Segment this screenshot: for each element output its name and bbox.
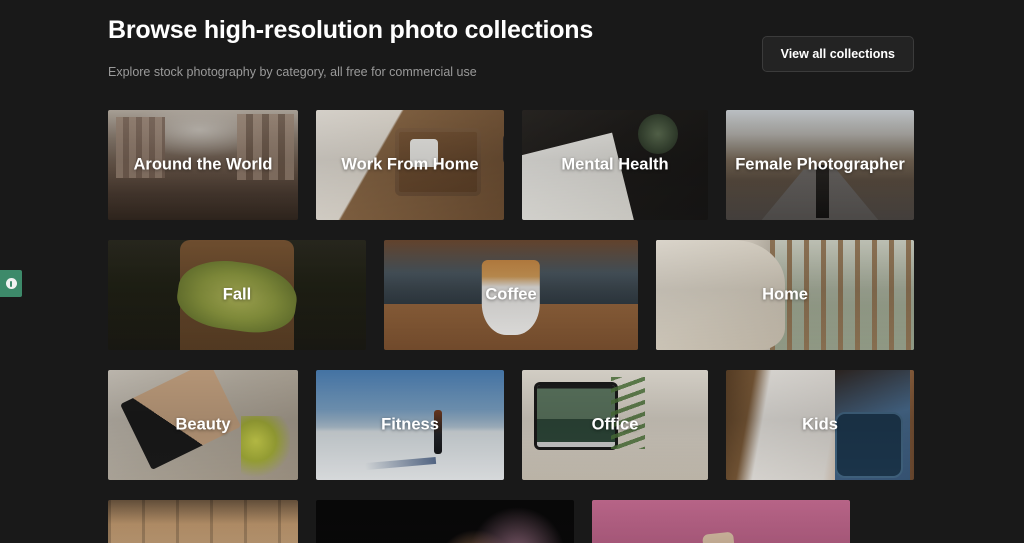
collection-card[interactable]: Female Photographer xyxy=(726,110,914,220)
collection-card[interactable]: Office xyxy=(522,370,708,480)
collection-card[interactable] xyxy=(316,500,574,543)
collection-card[interactable]: Beauty xyxy=(108,370,298,480)
collection-label: Female Photographer xyxy=(735,155,905,174)
view-all-collections-button[interactable]: View all collections xyxy=(761,36,914,72)
collection-label: Home xyxy=(762,285,808,304)
collection-label: Mental Health xyxy=(561,155,669,174)
collection-label: Office xyxy=(591,415,639,434)
collection-card[interactable]: Mental Health xyxy=(522,110,708,220)
collection-label: Work From Home xyxy=(341,155,479,174)
thumbnail-overlay xyxy=(592,500,850,543)
collection-label: Coffee xyxy=(485,285,537,304)
collection-card[interactable] xyxy=(592,500,850,543)
info-icon xyxy=(5,278,17,289)
collection-row: Around the World Work From Home Mental Hea… xyxy=(108,110,914,220)
collection-label: Beauty xyxy=(175,415,231,434)
thumbnail-overlay xyxy=(108,500,298,543)
photo-collections-page: Browse high-resolution photo collections… xyxy=(0,0,1024,543)
collection-card[interactable]: Around the World xyxy=(108,110,298,220)
collection-card[interactable] xyxy=(108,500,298,543)
collection-label: Around the World xyxy=(133,155,273,174)
page-header: Browse high-resolution photo collections… xyxy=(108,0,914,79)
collection-card[interactable]: Kids xyxy=(726,370,914,480)
thumbnail-overlay xyxy=(316,500,574,543)
collection-card[interactable]: Coffee xyxy=(384,240,638,350)
collection-row: Beauty Fitness Office Kids xyxy=(108,370,914,480)
collection-row: Fall Coffee Home xyxy=(108,240,914,350)
collection-card[interactable]: Fitness xyxy=(316,370,504,480)
collection-card[interactable]: Home xyxy=(656,240,914,350)
assistant-tab[interactable] xyxy=(0,270,22,297)
collection-label: Fitness xyxy=(381,415,439,434)
collection-label: Fall xyxy=(222,285,252,304)
collection-card[interactable]: Work From Home xyxy=(316,110,504,220)
collection-card[interactable]: Fall xyxy=(108,240,366,350)
collection-label: Kids xyxy=(802,415,838,434)
collections-grid: Around the World Work From Home Mental Hea… xyxy=(108,110,914,543)
collection-row xyxy=(108,500,914,543)
